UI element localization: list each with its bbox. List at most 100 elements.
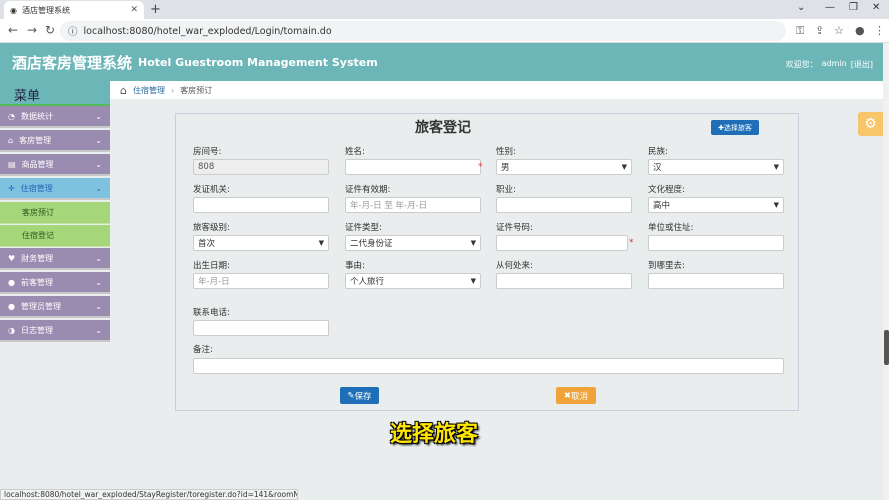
breadcrumb-separator: › (170, 85, 175, 95)
reason-label: 事由: (345, 261, 365, 271)
sidebar-item-label: 住宿管理 (20, 183, 53, 193)
to-field[interactable] (648, 273, 784, 289)
unit-field[interactable] (648, 235, 784, 251)
reason-select[interactable]: 个人旅行 ▼ (345, 273, 481, 289)
gender-label: 性别: (496, 147, 516, 157)
breadcrumb: ⌂ 住宿管理 › 客房预订 (110, 81, 883, 99)
guest-level-value: 首次 (198, 239, 216, 249)
gender-select[interactable]: 男 ▼ (496, 159, 632, 175)
save-button[interactable]: ✎ 保存 (340, 387, 379, 404)
browser-tab[interactable]: ◉ 酒店管理系统 ✕ (4, 1, 144, 19)
id-type-value: 二代身份证 (350, 239, 393, 249)
info-icon: ⓘ (68, 27, 78, 38)
sidebar-item-goods[interactable]: ▤ 商品管理 ⌄ (0, 154, 110, 176)
app-title: 酒店客房管理系统 (12, 53, 133, 72)
user-icon: ● (8, 301, 15, 311)
ethnicity-select[interactable]: 汉 ▼ (648, 159, 784, 175)
user-icon: ● (8, 277, 15, 287)
home-icon[interactable]: ⌂ (120, 84, 127, 97)
minimize-icon[interactable]: — (825, 2, 835, 13)
sidebar-item-logs[interactable]: ◑ 日志管理 ⌄ (0, 320, 110, 342)
education-select[interactable]: 高中 ▼ (648, 197, 784, 213)
sidebar-item-stats[interactable]: ◔ 数据统计 ⌄ (0, 106, 110, 128)
chevron-down-icon: ⌄ (95, 159, 102, 169)
name-field[interactable] (345, 159, 481, 175)
sidebar-item-rooms[interactable]: ⌂ 客房管理 ⌄ (0, 130, 110, 152)
back-icon[interactable]: ← (8, 23, 18, 37)
phone-field[interactable] (193, 320, 329, 336)
chevron-down-icon: ⌄ (95, 277, 102, 287)
job-label: 职业: (496, 185, 516, 195)
gear-icon[interactable]: ⚙ (858, 112, 883, 136)
sidebar-item-label: 财务管理 (21, 253, 54, 263)
sidebar-subitem-register[interactable]: 住宿登记 (0, 225, 110, 247)
room-no-label: 房间号: (193, 147, 222, 157)
ethnicity-label: 民族: (648, 147, 668, 157)
forward-icon[interactable]: → (27, 23, 37, 37)
more-icon[interactable]: ⋮ (874, 24, 885, 37)
to-label: 到哪里去: (648, 261, 685, 271)
chevron-down-icon: ▼ (470, 239, 476, 247)
home-icon: ⌂ (8, 135, 14, 145)
chevron-down-icon: ⌄ (95, 325, 102, 335)
education-label: 文化程度: (648, 185, 685, 195)
menu-header: 菜单 (0, 81, 110, 106)
key-icon[interactable]: ⚿ (796, 24, 804, 38)
room-no-field: 808 (193, 159, 329, 175)
sidebar-item-admins[interactable]: ● 管理员管理 ⌄ (0, 296, 110, 318)
required-mark: * (478, 162, 483, 172)
sidebar-item-guests[interactable]: ● 前客管理 ⌄ (0, 272, 110, 294)
page-scrollbar[interactable] (883, 43, 889, 500)
phone-label: 联系电话: (193, 308, 230, 318)
profile-icon[interactable]: ● (855, 24, 865, 37)
guest-level-select[interactable]: 首次 ▼ (193, 235, 329, 251)
status-bar-url: localhost:8080/hotel_war_exploded/StayRe… (0, 489, 298, 500)
reason-value: 个人旅行 (350, 277, 385, 287)
education-value: 高中 (653, 201, 671, 211)
from-field[interactable] (496, 273, 632, 289)
id-no-field[interactable] (496, 235, 628, 251)
username: admin (821, 59, 847, 68)
id-valid-field[interactable]: 年-月-日 至 年-月-日 (345, 197, 481, 213)
sidebar-subitem-booking[interactable]: 客房预订 (0, 202, 110, 224)
sidebar-item-label: 数据统计 (20, 111, 53, 121)
chevron-down-icon: ⌄ (95, 301, 102, 311)
url-bar[interactable]: ⓘ localhost:8080/hotel_war_exploded/Logi… (60, 21, 786, 41)
move-icon: ✛ (8, 183, 15, 193)
from-label: 从何处来: (496, 261, 533, 271)
maximize-icon[interactable]: ❐ (849, 2, 858, 13)
close-tab-icon[interactable]: ✕ (130, 5, 138, 15)
sidebar-item-label: 前客管理 (20, 277, 53, 287)
sidebar-item-finance[interactable]: ♥ 财务管理 ⌄ (0, 248, 110, 270)
reload-icon[interactable]: ↻ (45, 23, 55, 37)
close-window-icon[interactable]: ✕ (872, 2, 880, 13)
job-field[interactable] (496, 197, 632, 213)
cancel-button[interactable]: ✖ 取消 (556, 387, 596, 404)
issuer-field[interactable] (193, 197, 329, 213)
welcome-area: 欢迎您： admin [退出] (786, 59, 873, 70)
video-caption: 选择旅客 (390, 422, 479, 447)
sidebar-item-stay[interactable]: ✛ 住宿管理 ⌄ (0, 178, 110, 200)
guest-level-label: 旅客级别: (193, 223, 230, 233)
share-icon[interactable]: ⇪ (815, 24, 824, 37)
logout-link[interactable]: [退出] (851, 59, 873, 70)
chevron-down-icon: ⌄ (95, 183, 102, 193)
chevron-down-icon: ⌄ (95, 111, 102, 121)
breadcrumb-current: 客房预订 (180, 85, 213, 95)
star-icon[interactable]: ☆ (834, 24, 844, 37)
chevron-down-icon: ▼ (470, 277, 476, 285)
birth-field[interactable]: 年-月-日 (193, 273, 329, 289)
chevron-down-icon: ▼ (318, 239, 324, 247)
scrollbar-thumb[interactable] (884, 330, 889, 365)
remark-field[interactable] (193, 358, 784, 374)
app-header: 酒店客房管理系统 Hotel Guestroom Management Syst… (0, 43, 883, 81)
dashboard-icon: ◔ (8, 111, 15, 121)
new-tab-icon[interactable]: + (150, 2, 161, 17)
sidebar-item-label: 客房管理 (19, 135, 52, 145)
sidebar-item-label: 商品管理 (21, 159, 54, 169)
tab-search-icon[interactable]: ⌄ (797, 2, 805, 13)
id-type-select[interactable]: 二代身份证 ▼ (345, 235, 481, 251)
breadcrumb-link[interactable]: 住宿管理 (133, 85, 165, 96)
select-guest-button[interactable]: ✚选择旅客 (711, 120, 759, 135)
ethnicity-value: 汉 (653, 163, 662, 173)
